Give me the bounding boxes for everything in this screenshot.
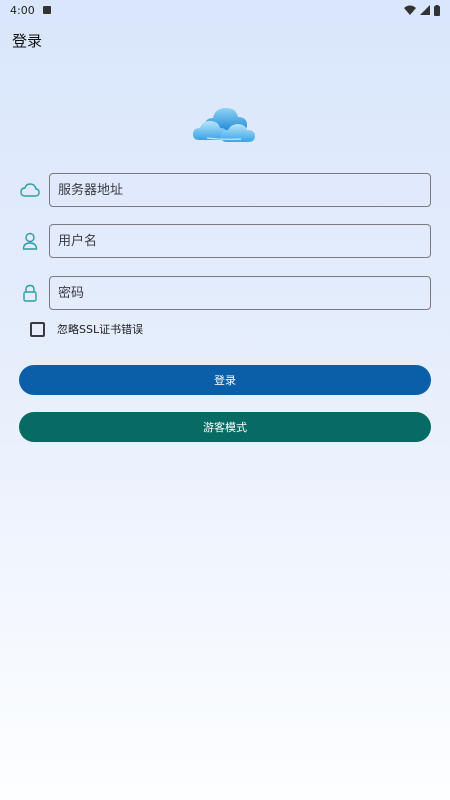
signal-icon: [420, 5, 430, 15]
lock-icon: [19, 282, 41, 304]
guest-mode-button[interactable]: 游客模式: [19, 412, 431, 442]
login-button[interactable]: 登录: [19, 365, 431, 395]
username-field-row: [19, 223, 431, 259]
battery-icon: [434, 4, 440, 16]
server-field-row: [19, 172, 431, 208]
page-title: 登录: [12, 32, 43, 50]
password-field-row: [19, 275, 431, 311]
status-time: 4:00: [10, 3, 35, 17]
password-input[interactable]: [49, 276, 431, 310]
ignore-ssl-row[interactable]: 忽略SSL证书错误: [30, 320, 143, 338]
ignore-ssl-checkbox[interactable]: [30, 321, 45, 337]
ignore-ssl-label: 忽略SSL证书错误: [57, 323, 144, 336]
username-input[interactable]: [49, 224, 431, 258]
wifi-icon: [404, 5, 416, 15]
status-bar: 4:00: [0, 0, 450, 20]
cloud-icon: [19, 179, 41, 201]
notification-icon: [42, 6, 51, 14]
cloud-logo-icon: [193, 108, 255, 142]
server-address-input[interactable]: [49, 173, 431, 207]
person-icon: [19, 230, 41, 252]
